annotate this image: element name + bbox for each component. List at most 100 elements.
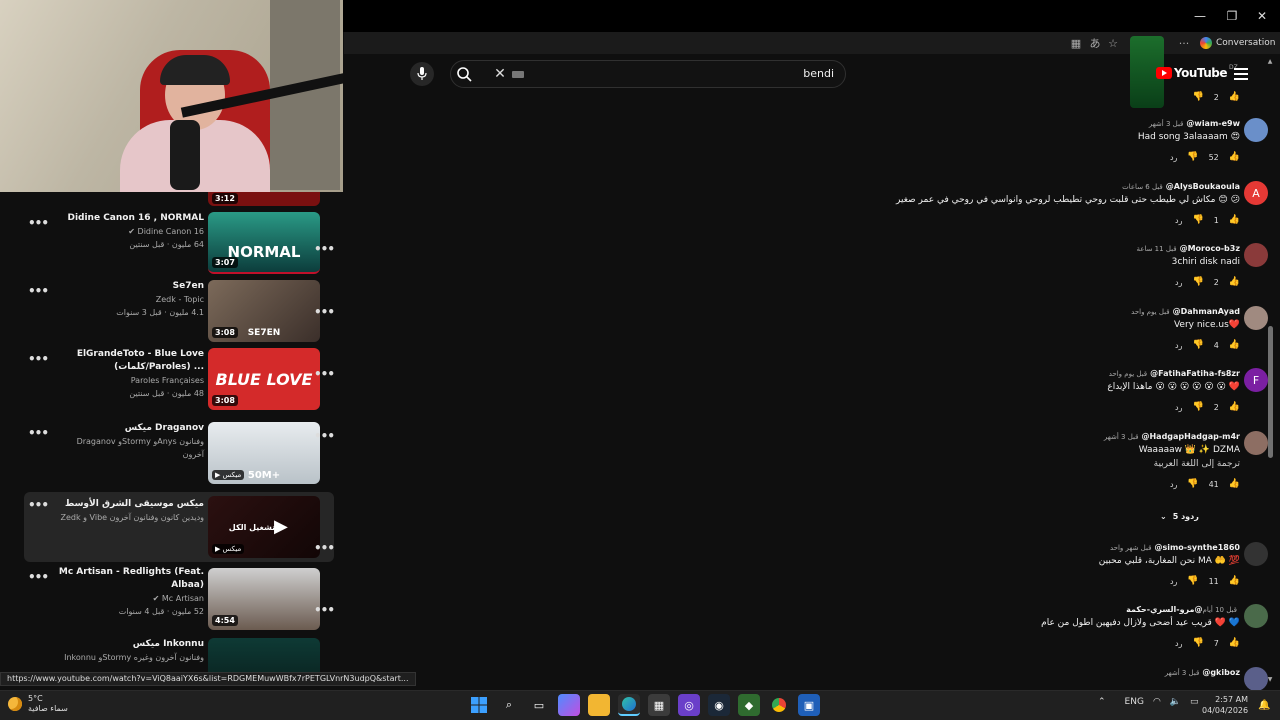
avatar[interactable] bbox=[1244, 431, 1268, 455]
reply-button[interactable]: رد bbox=[1175, 341, 1182, 350]
like-icon[interactable]: 👍 bbox=[1229, 215, 1240, 225]
more-actions-icon[interactable]: ••• bbox=[28, 216, 49, 230]
voice-search-button[interactable] bbox=[410, 62, 434, 86]
list-item[interactable]: ••• ElGrandeToto - Blue Love (كلمات/Paro… bbox=[24, 348, 334, 412]
video-thumbnail[interactable]: 4:54 bbox=[208, 568, 320, 630]
chrome-icon[interactable] bbox=[768, 694, 790, 716]
list-item[interactable]: 3:12 bbox=[24, 192, 334, 206]
keyboard-icon[interactable] bbox=[512, 71, 524, 78]
avatar[interactable] bbox=[1244, 243, 1268, 267]
more-options-icon[interactable]: ··· bbox=[1176, 35, 1192, 51]
comment-time[interactable]: قبل يوم واحد bbox=[1131, 308, 1169, 316]
more-actions-icon[interactable]: ••• bbox=[314, 429, 335, 443]
video-title[interactable]: Se7en bbox=[54, 280, 204, 293]
search-taskbar-icon[interactable]: ⌕ bbox=[498, 694, 520, 716]
more-actions-icon[interactable]: ••• bbox=[314, 603, 335, 617]
comment-author[interactable]: @wiam-e9w bbox=[1186, 119, 1240, 128]
like-icon[interactable]: 👍 bbox=[1229, 92, 1240, 102]
dislike-icon[interactable]: 👎 bbox=[1192, 340, 1203, 350]
video-thumbnail[interactable]: BLUE LOVE 3:08 bbox=[208, 348, 320, 410]
more-actions-icon[interactable]: ••• bbox=[314, 541, 335, 555]
show-replies-button[interactable]: ⌄ 5 ردود bbox=[1160, 512, 1199, 521]
dislike-icon[interactable]: 👎 bbox=[1192, 638, 1203, 648]
input-language[interactable]: ENG bbox=[1125, 697, 1144, 707]
reply-button[interactable]: رد bbox=[1170, 577, 1177, 586]
more-actions-icon[interactable]: ••• bbox=[314, 367, 335, 381]
wifi-icon[interactable]: ◠ bbox=[1153, 697, 1161, 707]
remote-desktop-icon[interactable]: ▣ bbox=[798, 694, 820, 716]
dislike-icon[interactable]: 👎 bbox=[1187, 479, 1198, 489]
menu-icon[interactable] bbox=[1234, 68, 1248, 80]
dislike-icon[interactable]: 👎 bbox=[1192, 215, 1203, 225]
comment-author[interactable]: @FatihaFatiha-fs8zr bbox=[1150, 369, 1240, 378]
comment-time[interactable]: قبل شهر واحد bbox=[1110, 544, 1152, 552]
like-icon[interactable]: 👍 bbox=[1229, 277, 1240, 287]
comment-author[interactable]: @مرو-السري-حكمة bbox=[1126, 605, 1202, 614]
more-actions-icon[interactable]: ••• bbox=[28, 426, 49, 440]
notification-bell-icon[interactable]: 🔔 bbox=[1258, 700, 1270, 711]
minimize-button[interactable]: — bbox=[1184, 0, 1216, 32]
task-view-icon[interactable]: ▭ bbox=[528, 694, 550, 716]
like-icon[interactable]: 👍 bbox=[1229, 402, 1240, 412]
channel-name[interactable]: ✔ Didine Canon 16 bbox=[54, 225, 204, 238]
comment-time[interactable]: قبل 10 أيام bbox=[1202, 606, 1237, 614]
store-icon[interactable]: ▦ bbox=[648, 694, 670, 716]
list-item[interactable]: ••• Se7en Zedk - Topic ‏4.1 مليون · قبل … bbox=[24, 280, 334, 344]
dislike-icon[interactable]: 👎 bbox=[1187, 576, 1198, 586]
search-icon[interactable] bbox=[456, 66, 472, 82]
list-item[interactable]: ••• ميكس Draganov Draganov وStormy وAnys… bbox=[24, 422, 334, 486]
file-explorer-icon[interactable] bbox=[588, 694, 610, 716]
comment-author[interactable]: @simo-synthe1860 bbox=[1154, 543, 1240, 552]
translate-link[interactable]: ترجمة إلى اللغة العربية bbox=[520, 457, 1240, 471]
weather-widget[interactable]: 5°C سماء صافية bbox=[8, 694, 68, 714]
more-actions-icon[interactable]: ••• bbox=[28, 352, 49, 366]
list-item[interactable]: ••• Mc Artisan - Redlights (Feat. Albaa)… bbox=[24, 566, 334, 630]
like-icon[interactable]: 👍 bbox=[1229, 479, 1240, 489]
chevron-up-icon[interactable]: ⌃ bbox=[1098, 697, 1106, 707]
copilot-app-icon[interactable] bbox=[558, 694, 580, 716]
dislike-icon[interactable]: 👎 bbox=[1187, 152, 1198, 162]
comment-time[interactable]: قبل 3 أشهر bbox=[1165, 669, 1200, 677]
like-icon[interactable]: 👍 bbox=[1229, 576, 1240, 586]
scrollbar-thumb[interactable] bbox=[1268, 326, 1273, 458]
comment-author[interactable]: @HadgapHadgap-m4r bbox=[1141, 432, 1240, 441]
start-button[interactable] bbox=[468, 694, 490, 716]
game-app-icon[interactable]: ◆ bbox=[738, 694, 760, 716]
comment-author[interactable]: @DahmanAyad bbox=[1173, 307, 1240, 316]
channel-name[interactable]: Paroles Françaises bbox=[54, 374, 204, 387]
scroll-up-arrow-icon[interactable]: ▲ bbox=[1265, 58, 1275, 68]
video-thumbnail[interactable]: SE7EN 3:08 bbox=[208, 280, 320, 342]
scroll-down-arrow-icon[interactable]: ▼ bbox=[1265, 676, 1275, 686]
more-actions-icon[interactable]: ••• bbox=[314, 242, 335, 256]
restore-button[interactable]: ❐ bbox=[1216, 0, 1248, 32]
more-actions-icon[interactable]: ••• bbox=[28, 284, 49, 298]
video-title[interactable]: Mc Artisan - Redlights (Feat. Albaa) bbox=[54, 566, 204, 592]
video-title[interactable]: Didine Canon 16 , NORMAL bbox=[54, 212, 204, 225]
favorite-star-icon[interactable]: ☆ bbox=[1105, 35, 1121, 51]
like-icon[interactable]: 👍 bbox=[1229, 638, 1240, 648]
list-item[interactable]: ••• ميكس موسيقى الشرق الأوسط Zedk و Vibe… bbox=[24, 492, 334, 562]
comment-author[interactable]: @AlysBoukaoula bbox=[1166, 182, 1240, 191]
reply-button[interactable]: رد bbox=[1175, 639, 1182, 648]
reply-button[interactable]: رد bbox=[1175, 278, 1182, 287]
mix-title[interactable]: ميكس موسيقى الشرق الأوسط bbox=[54, 498, 204, 511]
like-icon[interactable]: 👍 bbox=[1229, 340, 1240, 350]
steam-icon[interactable]: ◉ bbox=[708, 694, 730, 716]
play-icon[interactable]: ▶ bbox=[274, 516, 288, 537]
avatar[interactable]: F bbox=[1244, 368, 1268, 392]
avatar[interactable] bbox=[1244, 604, 1268, 628]
avatar[interactable]: A bbox=[1244, 181, 1268, 205]
reply-button[interactable]: رد bbox=[1175, 403, 1182, 412]
reply-button[interactable]: رد bbox=[1170, 480, 1177, 489]
list-item[interactable]: ميكس Inkonnu Inkonnu وStormy وفنانون آخر… bbox=[24, 638, 334, 672]
more-actions-icon[interactable]: ••• bbox=[28, 498, 49, 512]
mix-title[interactable]: ميكس Inkonnu bbox=[54, 638, 204, 651]
more-actions-icon[interactable]: ••• bbox=[314, 305, 335, 319]
like-icon[interactable]: 👍 bbox=[1229, 152, 1240, 162]
youtube-logo[interactable]: YouTube DZ bbox=[1156, 64, 1238, 80]
edge-browser-icon[interactable] bbox=[618, 694, 640, 716]
mix-thumbnail[interactable]: تشغيل الكل ▶ ▶ ميكس bbox=[208, 496, 320, 558]
conversation-button[interactable]: Conversation bbox=[1200, 34, 1276, 52]
translate-icon[interactable]: あ bbox=[1087, 35, 1103, 51]
app-icon[interactable]: ◎ bbox=[678, 694, 700, 716]
